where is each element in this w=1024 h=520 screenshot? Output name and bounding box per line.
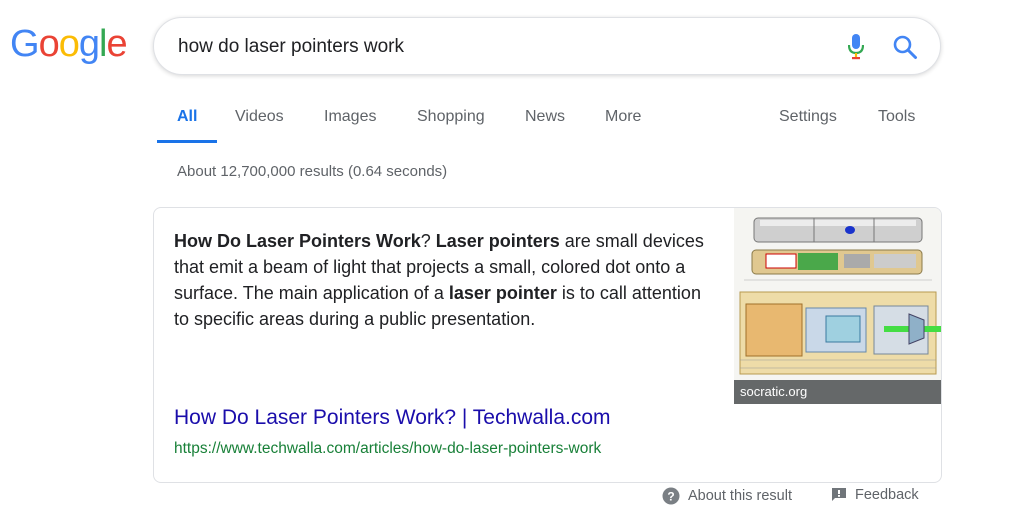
svg-text:?: ? — [667, 490, 674, 504]
about-this-result-button[interactable]: ? About this result — [662, 487, 792, 505]
logo-letter: l — [98, 23, 108, 65]
featured-snippet-image[interactable]: socratic.org — [734, 208, 941, 404]
mic-icon[interactable] — [848, 34, 864, 60]
logo-letter: o — [38, 23, 60, 65]
tab-shopping[interactable]: Shopping — [417, 108, 485, 126]
search-tabs: All Videos Images Shopping News More Set… — [157, 100, 947, 145]
feedback-button[interactable]: Feedback — [831, 487, 919, 503]
snippet-text: ? — [420, 231, 436, 251]
search-box — [153, 17, 941, 75]
logo-letter: g — [78, 23, 100, 65]
tab-all[interactable]: All — [177, 108, 197, 126]
featured-snippet-url: https://www.techwalla.com/articles/how-d… — [174, 440, 602, 457]
snippet-highlight: Laser pointers — [435, 231, 560, 251]
tab-images[interactable]: Images — [324, 108, 376, 126]
tab-settings[interactable]: Settings — [779, 108, 837, 126]
logo-letter: G — [10, 23, 40, 65]
feedback-label: Feedback — [855, 487, 919, 503]
laser-pointer-diagram — [734, 208, 941, 404]
snippet-highlight: laser pointer — [448, 283, 557, 303]
logo-letter: o — [58, 23, 80, 65]
result-stats: About 12,700,000 results (0.64 seconds) — [177, 163, 448, 180]
tab-news[interactable]: News — [525, 108, 565, 126]
featured-snippet-card: How Do Laser Pointers Work? Laser pointe… — [153, 207, 942, 483]
snippet-highlight: How Do Laser Pointers Work — [174, 231, 421, 251]
search-input[interactable] — [178, 32, 818, 62]
search-icon[interactable] — [892, 34, 918, 60]
tab-more[interactable]: More — [605, 108, 641, 126]
active-tab-indicator — [157, 140, 217, 143]
image-source-label[interactable]: socratic.org — [734, 380, 941, 404]
help-circle-icon: ? — [662, 487, 680, 505]
tab-tools[interactable]: Tools — [878, 108, 915, 126]
tab-videos[interactable]: Videos — [235, 108, 284, 126]
feedback-icon — [832, 488, 846, 501]
about-this-result-label: About this result — [688, 488, 792, 504]
featured-snippet-title-link[interactable]: How Do Laser Pointers Work? | Techwalla.… — [174, 406, 611, 430]
logo-letter: e — [106, 23, 127, 65]
google-logo[interactable]: Google — [10, 22, 128, 66]
featured-snippet-text: How Do Laser Pointers Work? Laser pointe… — [174, 228, 704, 332]
